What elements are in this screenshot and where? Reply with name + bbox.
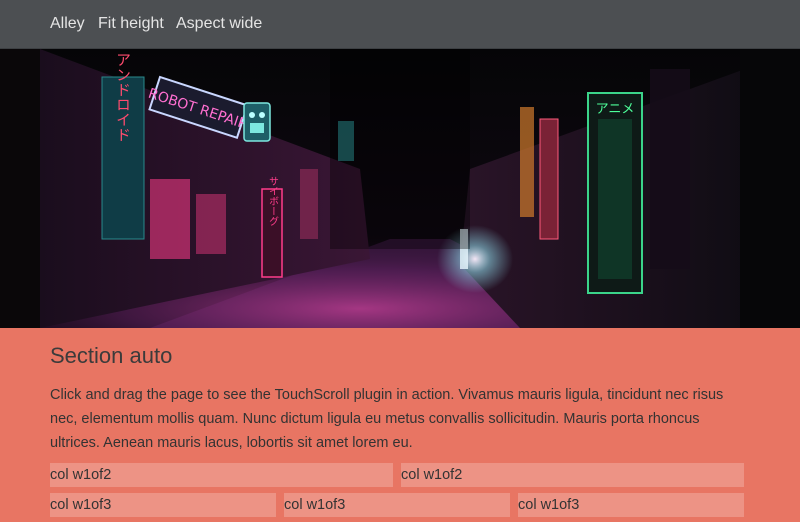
grid-cell: col w1of2	[50, 463, 393, 487]
grid-row-halves: col w1of2 col w1of2	[50, 463, 744, 487]
grid-row-thirds: col w1of3 col w1of3 col w1of3	[50, 493, 744, 517]
sign-anime-text: アニメ	[596, 102, 635, 117]
nav-link-alley[interactable]: Alley	[50, 14, 85, 34]
grid-cell: col w1of2	[401, 463, 744, 487]
section-body-text: Click and drag the page to see the Touch…	[50, 387, 724, 451]
grid-cell: col w1of3	[284, 493, 510, 517]
alley-illustration: アンドロイド ROBOT REPAIR サイボーグ アニメ	[0, 49, 800, 328]
sign-android-text: アンドロイド	[114, 52, 132, 142]
grid-cell: col w1of3	[50, 493, 276, 517]
nav-link-aspect-wide[interactable]: Aspect wide	[176, 14, 262, 34]
top-nav: Alley Fit height Aspect wide	[0, 0, 800, 49]
grid-cell: col w1of3	[518, 493, 744, 517]
nav-link-fit-height[interactable]: Fit height	[98, 14, 164, 34]
hero-image-cyberpunk-alley: アンドロイド ROBOT REPAIR サイボーグ アニメ	[0, 49, 800, 328]
section-auto: Section auto Click and drag the page to …	[0, 328, 800, 522]
section-title: Section auto	[50, 343, 173, 368]
sign-cyborg-text: サイボーグ	[267, 176, 279, 226]
